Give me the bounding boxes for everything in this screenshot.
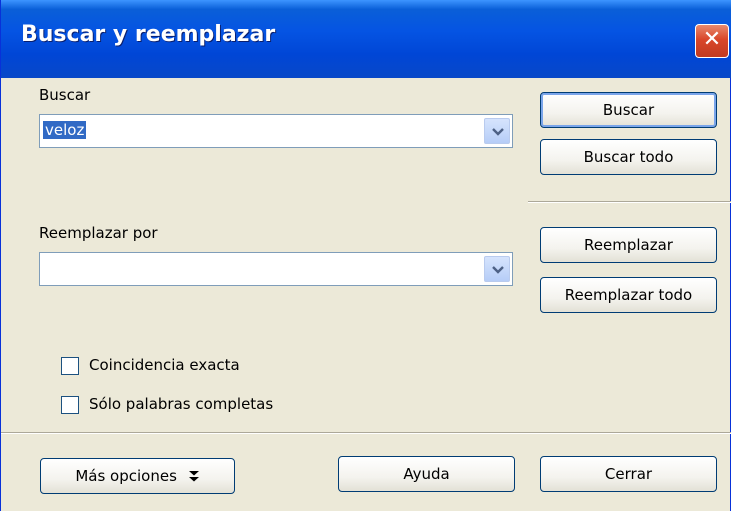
replace-button[interactable]: Reemplazar (540, 227, 717, 263)
whole-words-checkbox[interactable] (61, 396, 79, 414)
dialog-title: Buscar y reemplazar (21, 22, 276, 47)
find-label: Buscar (39, 86, 91, 104)
more-options-label: Más opciones (75, 467, 177, 485)
replace-label: Reemplazar por (39, 224, 158, 242)
match-case-checkbox[interactable] (61, 357, 79, 375)
bottom-divider (1, 432, 731, 434)
double-chevron-down-icon (188, 471, 199, 482)
whole-words-label[interactable]: Sólo palabras completas (89, 395, 273, 413)
find-all-button[interactable]: Buscar todo (540, 139, 717, 175)
chevron-down-icon (492, 266, 504, 274)
find-button[interactable]: Buscar (540, 92, 717, 128)
replace-dropdown-button[interactable] (484, 256, 510, 282)
find-combobox[interactable]: veloz (39, 114, 513, 148)
chevron-down-icon (492, 128, 504, 136)
find-dropdown-button[interactable] (484, 118, 510, 144)
find-input-value[interactable]: veloz (43, 121, 87, 139)
close-window-button[interactable]: ✕ (695, 24, 729, 58)
find-replace-dialog: Buscar y reemplazar ✕ Buscar veloz Busca… (0, 0, 731, 511)
replace-combobox[interactable] (39, 252, 513, 286)
right-divider (528, 201, 731, 203)
title-bar: Buscar y reemplazar ✕ (1, 0, 731, 78)
close-button[interactable]: Cerrar (540, 456, 717, 492)
more-options-button[interactable]: Más opciones (40, 458, 235, 494)
match-case-label[interactable]: Coincidencia exacta (89, 356, 240, 374)
help-button[interactable]: Ayuda (338, 456, 515, 492)
replace-all-button[interactable]: Reemplazar todo (540, 277, 717, 313)
close-icon: ✕ (702, 27, 722, 52)
